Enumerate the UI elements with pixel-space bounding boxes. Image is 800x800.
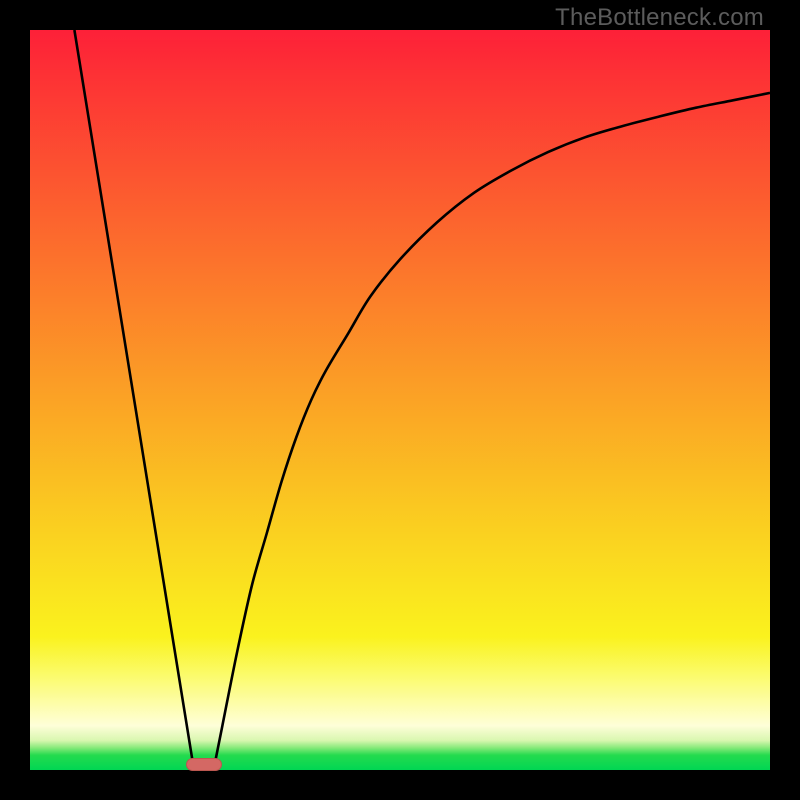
min-marker-icon [186, 758, 222, 771]
watermark-label: TheBottleneck.com [555, 4, 764, 32]
curve-svg [30, 30, 770, 770]
bottleneck-curve-path [74, 30, 770, 763]
plot-area [30, 30, 770, 770]
chart-frame: TheBottleneck.com [0, 0, 800, 800]
